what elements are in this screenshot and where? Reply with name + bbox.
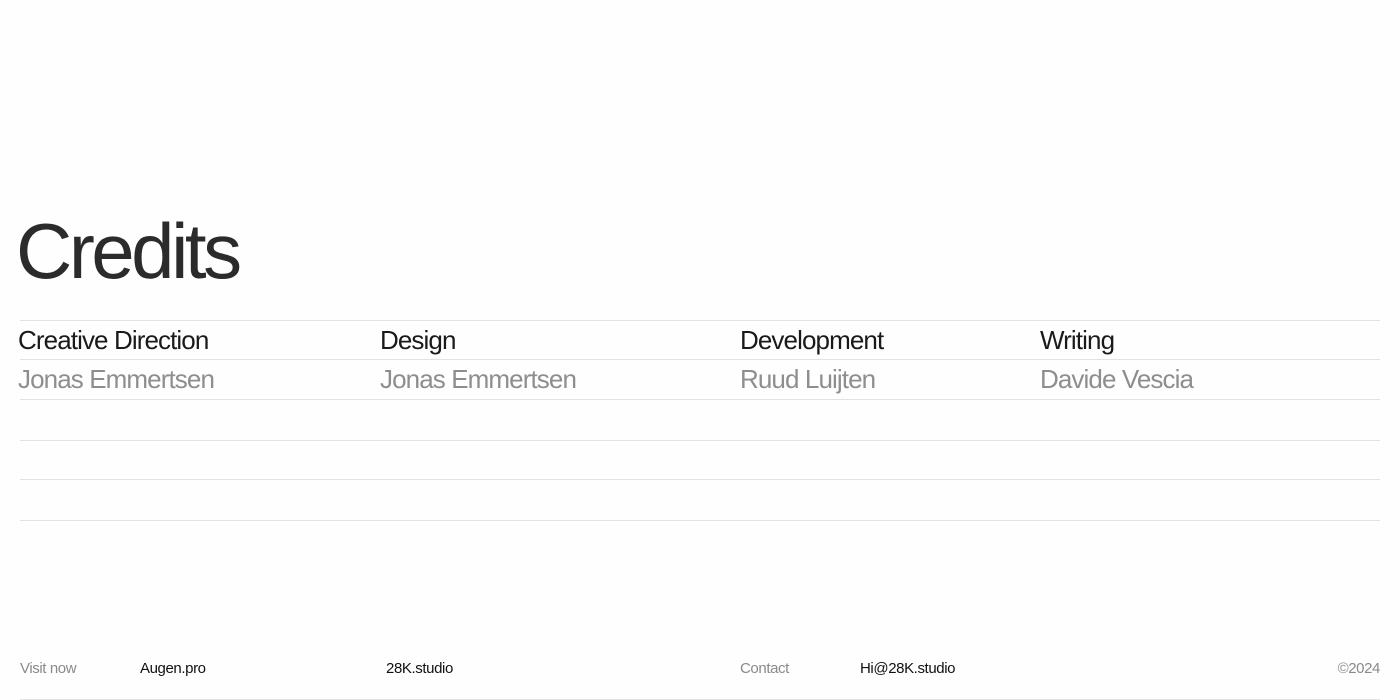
credit-name-creative-direction: Jonas Emmertsen (18, 364, 215, 394)
credit-role-creative-direction: Creative Direction (18, 325, 209, 355)
divider (20, 520, 1380, 521)
divider (20, 399, 1380, 400)
augen-pro-link[interactable]: Augen.pro (140, 658, 206, 680)
contact-label: Contact (740, 660, 789, 677)
28k-studio-link[interactable]: 28K.studio (386, 658, 453, 680)
divider (20, 479, 1380, 480)
copyright: ©2024 (1337, 660, 1381, 677)
credit-name-writing: Davide Vescia (1040, 364, 1194, 394)
divider (20, 440, 1380, 441)
credit-role-design: Design (380, 325, 456, 355)
visit-now-label: Visit now (20, 660, 77, 677)
page-title: Credits (16, 207, 242, 295)
credit-name-development: Ruud Luijten (740, 364, 876, 394)
credit-role-development: Development (740, 325, 884, 355)
credit-role-writing: Writing (1040, 325, 1115, 355)
credit-name-design: Jonas Emmertsen (380, 364, 577, 394)
contact-email-link[interactable]: Hi@28K.studio (860, 658, 955, 680)
divider (20, 320, 1380, 321)
